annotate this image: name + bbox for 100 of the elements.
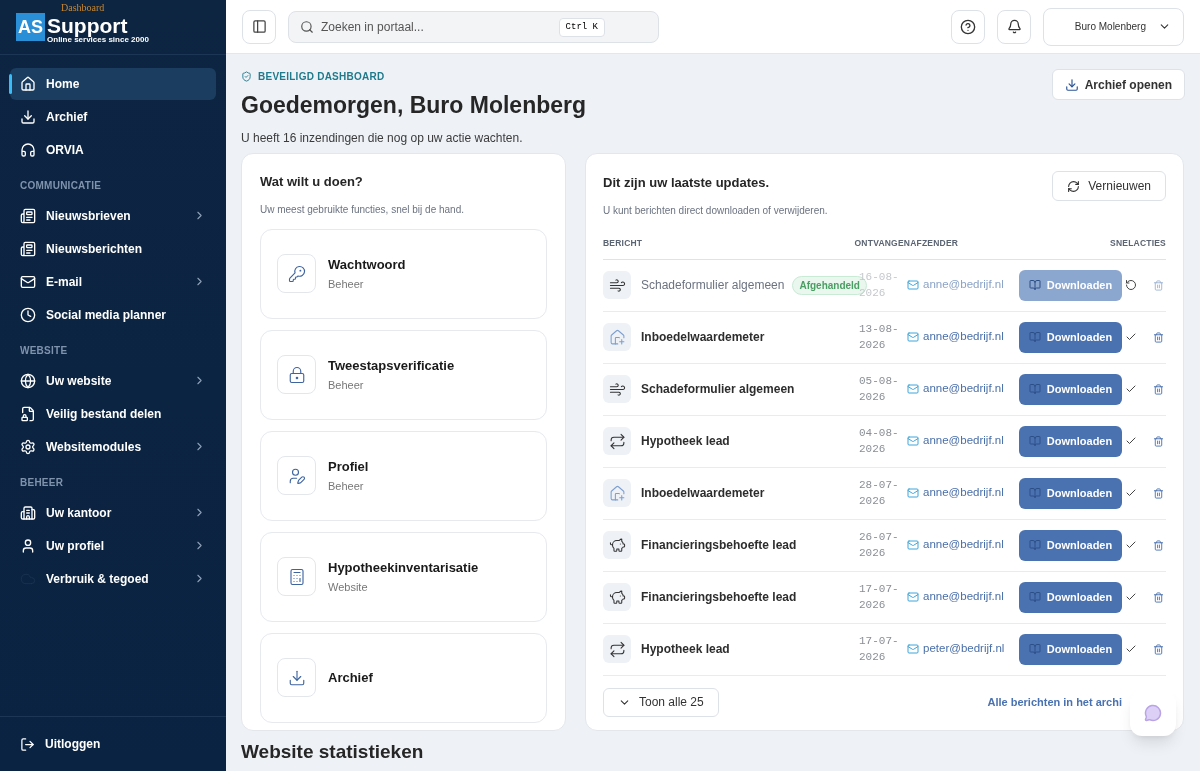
sidebar-item[interactable]: Uw profiel <box>10 529 216 562</box>
download-button[interactable]: Downloaden <box>1019 581 1122 613</box>
refresh-button[interactable]: Vernieuwen <box>1052 171 1166 201</box>
trash-icon[interactable] <box>1153 331 1164 343</box>
wind-icon <box>608 276 626 294</box>
message-title: Financieringsbehoefte lead <box>641 589 797 606</box>
check-icon[interactable] <box>1125 383 1137 395</box>
download-button[interactable]: Downloaden <box>1019 425 1122 457</box>
quick-action-card[interactable]: Hypotheekinventarisatie Website <box>260 531 547 622</box>
check-icon[interactable] <box>1125 539 1137 551</box>
book-icon <box>1028 435 1041 447</box>
bell-icon <box>1006 19 1022 34</box>
book-icon <box>1028 279 1041 291</box>
mail-icon <box>907 331 919 343</box>
mail-icon <box>907 591 919 603</box>
mail-icon <box>907 279 919 291</box>
sender-email[interactable]: peter@bedrijf.nl <box>923 640 1005 658</box>
quick-action-card[interactable]: Archief <box>260 632 547 723</box>
card-title: Wat wilt u doen? <box>260 173 364 191</box>
sidebar-item[interactable]: Uw kantoor <box>10 496 216 529</box>
download-button[interactable]: Downloaden <box>1019 373 1122 405</box>
sidebar-item[interactable]: Social media planner <box>10 298 216 331</box>
check-icon[interactable] <box>1125 331 1137 343</box>
sender-email[interactable]: anne@bedrijf.nl <box>923 432 1004 450</box>
sidebar-item[interactable]: Nieuwsbrieven <box>10 199 216 232</box>
undo-icon[interactable] <box>1125 279 1137 291</box>
column-header: AFZENDER <box>910 236 960 250</box>
check-icon[interactable] <box>1125 591 1137 603</box>
book-icon <box>1028 591 1041 603</box>
quick-action-card[interactable]: Tweestapsverificatie Beheer <box>260 329 547 420</box>
newspaper-icon <box>20 207 36 224</box>
user-edit-icon <box>287 466 306 485</box>
check-icon[interactable] <box>1125 643 1137 655</box>
sidebar-item[interactable]: E-mail <box>10 265 216 298</box>
building-icon <box>20 504 36 521</box>
trash-icon[interactable] <box>1153 383 1164 395</box>
sidebar-item[interactable]: Veilig bestand delen <box>10 397 216 430</box>
sidebar-item[interactable]: Verbruik & tegoed <box>10 562 216 595</box>
sidebar-toggle-button[interactable] <box>242 9 276 44</box>
logout-link[interactable]: Uitloggen <box>20 735 101 753</box>
globe-icon <box>20 372 36 389</box>
sidebar-item[interactable]: Nieuwsberichten <box>10 232 216 265</box>
clock-icon <box>20 306 36 323</box>
sidebar-item[interactable]: Archief <box>10 100 216 133</box>
sidebar-item[interactable]: Websitemodules <box>10 430 216 463</box>
trash-icon[interactable] <box>1153 539 1164 551</box>
help-button[interactable] <box>951 9 985 44</box>
mail-icon <box>907 487 919 499</box>
download-button[interactable]: Downloaden <box>1019 633 1122 665</box>
exchange-icon <box>608 640 626 658</box>
message-title: Schadeformulier algemeen <box>641 381 795 398</box>
sidebar-item[interactable]: ORVIA <box>10 133 216 166</box>
house-icon <box>608 328 626 346</box>
message-title: Hypotheek lead <box>641 433 730 450</box>
quick-action-card[interactable]: Profiel Beheer <box>260 430 547 521</box>
action-title: Tweestapsverificatie <box>328 356 455 375</box>
trash-icon[interactable] <box>1153 643 1164 655</box>
sender-email[interactable]: anne@bedrijf.nl <box>923 484 1004 502</box>
page-title: Goedemorgen, Buro Molenberg <box>241 91 587 120</box>
trash-icon[interactable] <box>1153 591 1164 603</box>
received-date: 04-08-2026 <box>859 426 900 457</box>
sender-email[interactable]: anne@bedrijf.nl <box>923 588 1004 606</box>
settings-icon <box>20 438 36 455</box>
check-icon[interactable] <box>1125 435 1137 447</box>
received-date: 17-07-2026 <box>859 582 900 613</box>
headphones-icon <box>20 141 36 158</box>
search-icon <box>300 19 314 34</box>
action-caption: Beheer <box>328 277 365 292</box>
eyebrow-label: BEVEILIGD DASHBOARD <box>258 70 385 84</box>
piggy-bank-icon <box>608 588 626 606</box>
download-button[interactable]: Downloaden <box>1019 529 1122 561</box>
sender-email[interactable]: anne@bedrijf.nl <box>923 380 1004 398</box>
book-icon <box>1028 643 1041 655</box>
check-icon[interactable] <box>1125 487 1137 499</box>
page-subtitle: U heeft 16 inzendingen die nog op uw actie wachten. <box>241 129 524 147</box>
trash-icon[interactable] <box>1153 487 1164 499</box>
logout-icon <box>20 736 35 752</box>
show-all-button[interactable]: Toon alle 25 <box>603 687 719 717</box>
action-title: Profiel <box>328 457 369 476</box>
received-date: 26-07-2026 <box>859 530 900 561</box>
column-header: SNELACTIES <box>1110 236 1166 250</box>
logo-mark: AS <box>16 13 45 41</box>
archive-link[interactable]: Alle berichten in het archi <box>987 693 1122 711</box>
panel-icon <box>251 19 267 34</box>
open-archive-button[interactable]: Archief openen <box>1051 69 1185 100</box>
home-icon <box>20 75 36 92</box>
sidebar-item[interactable]: Uw website <box>10 364 216 397</box>
account-menu[interactable]: Buro Molenberg <box>1043 7 1184 46</box>
calculator-icon <box>287 567 306 586</box>
download-button[interactable]: Downloaden <box>1019 477 1122 509</box>
sender-email[interactable]: anne@bedrijf.nl <box>923 328 1004 346</box>
trash-icon[interactable] <box>1153 435 1164 447</box>
book-icon <box>1028 487 1041 499</box>
sender-email[interactable]: anne@bedrijf.nl <box>923 536 1004 554</box>
sidebar-item[interactable]: Home <box>10 67 216 100</box>
quick-action-card[interactable]: Wachtwoord Beheer <box>260 228 547 319</box>
notifications-button[interactable] <box>997 9 1031 44</box>
logo-name: Support <box>47 14 129 36</box>
piggy-bank-icon <box>608 536 626 554</box>
download-button[interactable]: Downloaden <box>1019 321 1122 353</box>
